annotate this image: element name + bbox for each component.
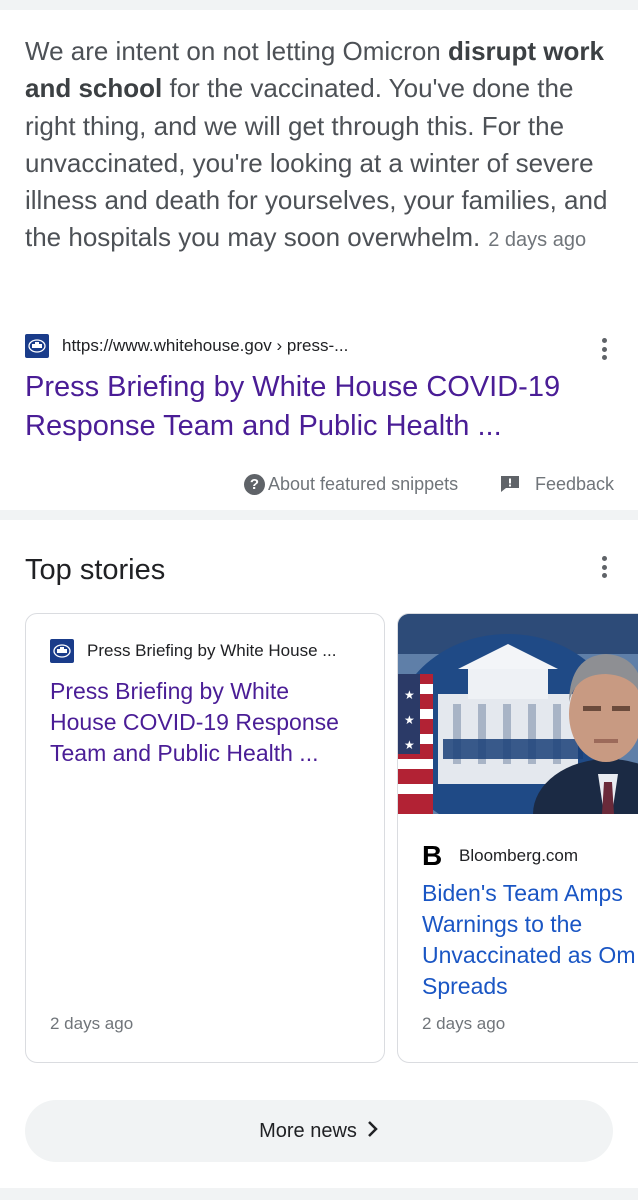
story-headline-line: Spreads — [422, 973, 508, 999]
story-thumbnail-image: ★ ★ ★ — [398, 614, 638, 814]
feedback-link[interactable]: Feedback — [500, 472, 614, 496]
top-stories-card: Top stories Press Briefing by White Hous… — [0, 520, 638, 1188]
about-featured-snippets-label: About featured snippets — [268, 473, 459, 494]
more-news-button[interactable]: More news — [25, 1100, 613, 1162]
story-headline[interactable]: Biden's Team Amps Warnings to the Unvacc… — [422, 878, 638, 1002]
more-news-label: More news — [259, 1119, 357, 1142]
svg-text:★: ★ — [404, 713, 415, 727]
feedback-label: Feedback — [535, 473, 615, 494]
white-house-seal-icon — [50, 639, 74, 663]
white-house-seal-icon — [25, 334, 49, 358]
svg-text:★: ★ — [404, 688, 415, 702]
source-row[interactable]: https://www.whitehouse.gov › press-... — [25, 333, 625, 359]
snippet-text-before: We are intent on not letting Omicron — [25, 36, 448, 66]
story-card-1[interactable]: Press Briefing by White House ... Press … — [25, 613, 385, 1063]
about-featured-snippets-link[interactable]: ? About featured snippets — [244, 472, 458, 496]
top-stories-title: Top stories — [25, 554, 166, 586]
story-card-2[interactable]: ★ ★ ★ B Bloomberg.com Biden's Team Amps … — [397, 613, 638, 1063]
help-circle-icon: ? — [244, 473, 265, 495]
story-headline-line: Biden's Team Amps — [422, 880, 623, 906]
story-headline-line: Unvaccinated as Om — [422, 942, 636, 968]
story-headline[interactable]: Press Briefing by White House COVID-19 R… — [50, 676, 360, 769]
story-headline-line: Warnings to the — [422, 911, 583, 937]
story-source-name: Press Briefing by White House ... — [87, 641, 337, 660]
featured-snippet-card: We are intent on not letting Omicron dis… — [0, 10, 638, 510]
source-url[interactable]: https://www.whitehouse.gov › press-... — [62, 336, 348, 356]
snippet-date: 2 days ago — [488, 229, 587, 252]
chevron-right-icon — [367, 1118, 379, 1144]
more-vert-icon[interactable] — [600, 556, 608, 578]
bloomberg-logo-icon: B — [422, 840, 443, 871]
svg-text:★: ★ — [404, 738, 415, 752]
more-vert-icon[interactable] — [600, 338, 608, 360]
story-date: 2 days ago — [422, 1014, 506, 1033]
story-source-name: Bloomberg.com — [459, 846, 579, 865]
story-source: B Bloomberg.com — [422, 840, 578, 872]
snippet-text: We are intent on not letting Omicron dis… — [25, 33, 615, 260]
story-source: Press Briefing by White House ... — [50, 639, 336, 663]
result-title-link[interactable]: Press Briefing by White House COVID-19 R… — [25, 368, 615, 446]
feedback-icon — [500, 475, 520, 493]
story-date: 2 days ago — [50, 1014, 134, 1033]
